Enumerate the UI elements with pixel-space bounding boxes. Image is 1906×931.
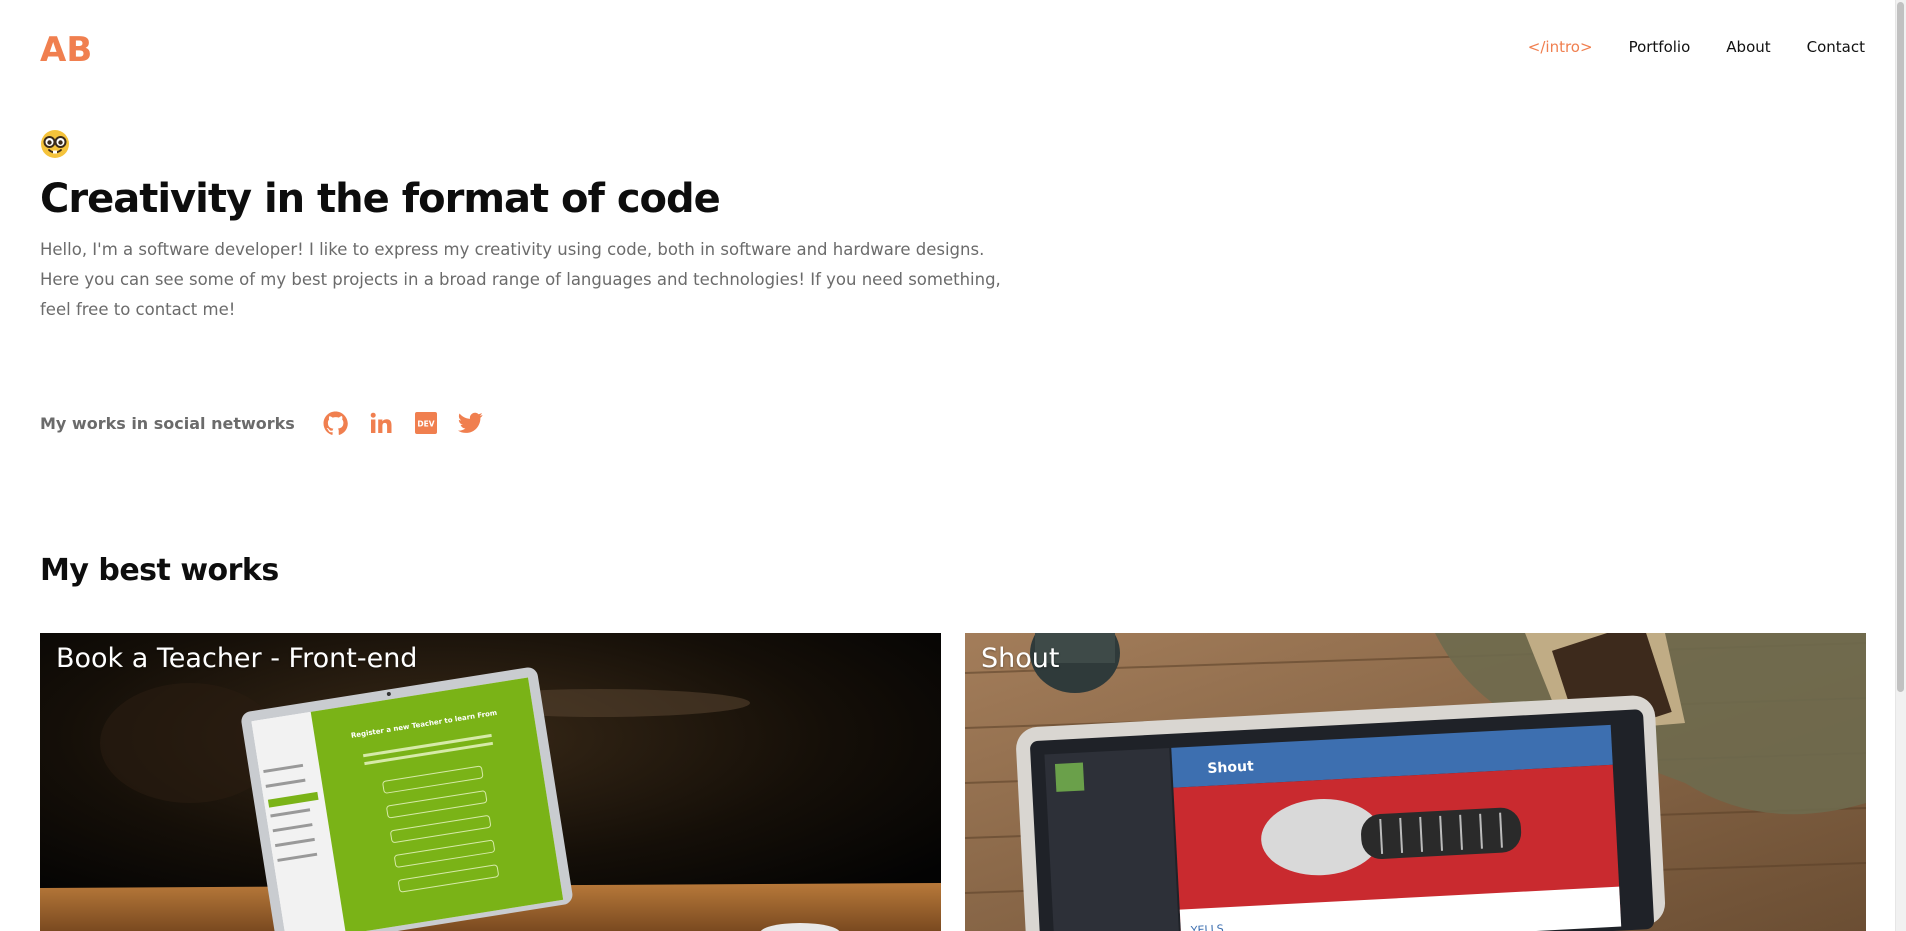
twitter-icon[interactable] xyxy=(458,410,484,436)
hero-intro: Hello, I'm a software developer! I like … xyxy=(40,240,1001,319)
linkedin-icon[interactable] xyxy=(368,410,394,436)
work-card-shout[interactable]: Shout YELLS Shout xyxy=(965,633,1866,931)
work-card-title: Book a Teacher - Front-end xyxy=(56,643,418,674)
work-card-book-a-teacher[interactable]: Register a new Teacher to learn From Boo… xyxy=(40,633,941,931)
social-links: My works in social networks DEV xyxy=(40,410,503,436)
site-header: AB </intro> Portfolio About Contact xyxy=(40,28,1865,72)
main-nav: </intro> Portfolio About Contact xyxy=(1528,38,1865,56)
work-card-title: Shout xyxy=(981,643,1060,674)
github-icon[interactable] xyxy=(323,410,349,436)
scrollbar-thumb[interactable] xyxy=(1897,2,1904,692)
shout-screen-header: Shout xyxy=(1207,759,1254,777)
nav-intro[interactable]: </intro> xyxy=(1528,38,1593,56)
dev-badge-text: DEV xyxy=(417,420,434,429)
book-a-teacher-image: Register a new Teacher to learn From xyxy=(40,633,941,931)
nav-about[interactable]: About xyxy=(1726,38,1770,56)
shout-image: Shout YELLS xyxy=(965,633,1866,931)
social-label: My works in social networks xyxy=(40,413,295,433)
works-heading: My best works xyxy=(40,553,279,588)
nav-portfolio[interactable]: Portfolio xyxy=(1629,38,1691,56)
shout-screen-label: YELLS xyxy=(1190,922,1225,931)
logo[interactable]: AB xyxy=(40,30,92,70)
dev-icon[interactable]: DEV xyxy=(413,410,439,436)
nerd-face-icon xyxy=(40,129,70,159)
scrollbar[interactable] xyxy=(1895,0,1906,931)
nav-contact[interactable]: Contact xyxy=(1807,38,1865,56)
hero-title: Creativity in the format of code xyxy=(40,176,721,222)
